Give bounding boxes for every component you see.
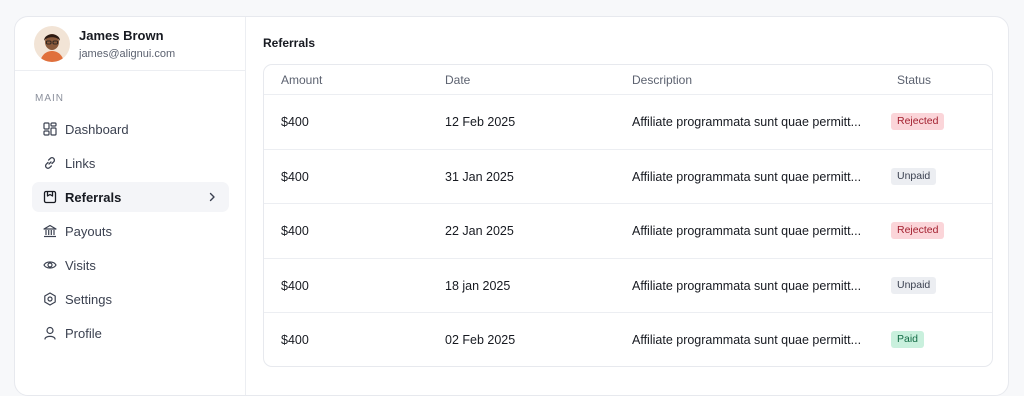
table-header: Amount Date Description Status bbox=[264, 65, 992, 95]
sidebar-item-settings[interactable]: Settings bbox=[32, 284, 229, 314]
status-badge: Rejected bbox=[891, 113, 945, 130]
user-email: james@alignui.com bbox=[79, 48, 176, 60]
referrals-table: Amount Date Description Status $400 12 F… bbox=[263, 64, 993, 367]
column-header-description[interactable]: Description bbox=[632, 73, 870, 87]
table-row[interactable]: $400 02 Feb 2025 Affiliate programmata s… bbox=[264, 313, 992, 366]
table-row[interactable]: $400 31 Jan 2025 Affiliate programmata s… bbox=[264, 150, 992, 204]
sidebar-item-visits[interactable]: Visits bbox=[32, 250, 229, 280]
sidebar-item-label: Links bbox=[65, 155, 96, 171]
cell-amount: $400 bbox=[281, 278, 309, 293]
cell-description: Affiliate programmata sunt quae permitt.… bbox=[632, 169, 862, 184]
cell-amount: $400 bbox=[281, 224, 309, 238]
user-icon bbox=[43, 326, 57, 340]
user-name: James Brown bbox=[79, 28, 164, 43]
dashboard-icon bbox=[43, 122, 57, 136]
cell-amount: $400 bbox=[281, 115, 309, 129]
referrals-icon bbox=[43, 190, 57, 204]
active-indicator bbox=[14, 189, 15, 207]
sidebar-item-label: Profile bbox=[65, 325, 102, 341]
cell-date: 18 jan 2025 bbox=[445, 278, 511, 293]
sidebar-item-dashboard[interactable]: Dashboard bbox=[32, 114, 229, 144]
sidebar-nav: Dashboard Links Referrals Payouts Visits… bbox=[32, 114, 229, 352]
column-header-status[interactable]: Status bbox=[897, 73, 931, 87]
gear-icon bbox=[43, 292, 57, 306]
cell-description: Affiliate programmata sunt quae permitt.… bbox=[632, 278, 862, 293]
cell-date: 22 Jan 2025 bbox=[445, 224, 514, 238]
cell-date: 02 Feb 2025 bbox=[445, 333, 516, 347]
sidebar-item-links[interactable]: Links bbox=[32, 148, 229, 178]
app-window: James Brown james@alignui.com MAIN Dashb… bbox=[14, 16, 1009, 396]
table-row[interactable]: $400 22 Jan 2025 Affiliate programmata s… bbox=[264, 204, 992, 259]
cell-description: Affiliate programmata sunt quae permitt.… bbox=[632, 115, 862, 129]
section-label-main: MAIN bbox=[35, 93, 64, 104]
bank-icon bbox=[43, 224, 57, 238]
table-row[interactable]: $400 12 Feb 2025 Affiliate programmata s… bbox=[264, 95, 992, 150]
column-header-date[interactable]: Date bbox=[445, 73, 470, 87]
table-row[interactable]: $400 18 jan 2025 Affiliate programmata s… bbox=[264, 259, 992, 313]
sidebar-item-profile[interactable]: Profile bbox=[32, 318, 229, 348]
status-badge: Paid bbox=[891, 331, 925, 348]
link-icon bbox=[43, 156, 57, 170]
chevron-right-icon bbox=[206, 190, 218, 204]
sidebar-item-label: Payouts bbox=[65, 223, 112, 239]
user-card[interactable]: James Brown james@alignui.com bbox=[15, 17, 245, 71]
sidebar-item-label: Dashboard bbox=[65, 121, 129, 137]
cell-amount: $400 bbox=[281, 333, 309, 347]
cell-date: 12 Feb 2025 bbox=[445, 115, 516, 129]
main-content: Referrals Amount Date Description Status… bbox=[246, 17, 1008, 395]
avatar bbox=[34, 26, 70, 62]
column-header-amount[interactable]: Amount bbox=[281, 73, 322, 87]
status-badge: Unpaid bbox=[891, 276, 937, 294]
eye-icon bbox=[43, 258, 57, 272]
cell-amount: $400 bbox=[281, 169, 309, 184]
status-badge: Rejected bbox=[891, 222, 945, 239]
sidebar-item-label: Referrals bbox=[65, 189, 122, 205]
sidebar: James Brown james@alignui.com MAIN Dashb… bbox=[15, 17, 246, 395]
page-title: Referrals bbox=[263, 36, 316, 50]
cell-description: Affiliate programmata sunt quae permitt.… bbox=[632, 224, 862, 238]
sidebar-item-label: Settings bbox=[65, 291, 112, 307]
status-badge: Unpaid bbox=[891, 167, 937, 185]
sidebar-item-label: Visits bbox=[65, 257, 96, 273]
sidebar-item-referrals[interactable]: Referrals bbox=[32, 182, 229, 212]
cell-date: 31 Jan 2025 bbox=[445, 169, 514, 184]
cell-description: Affiliate programmata sunt quae permitt.… bbox=[632, 333, 862, 347]
sidebar-item-payouts[interactable]: Payouts bbox=[32, 216, 229, 246]
